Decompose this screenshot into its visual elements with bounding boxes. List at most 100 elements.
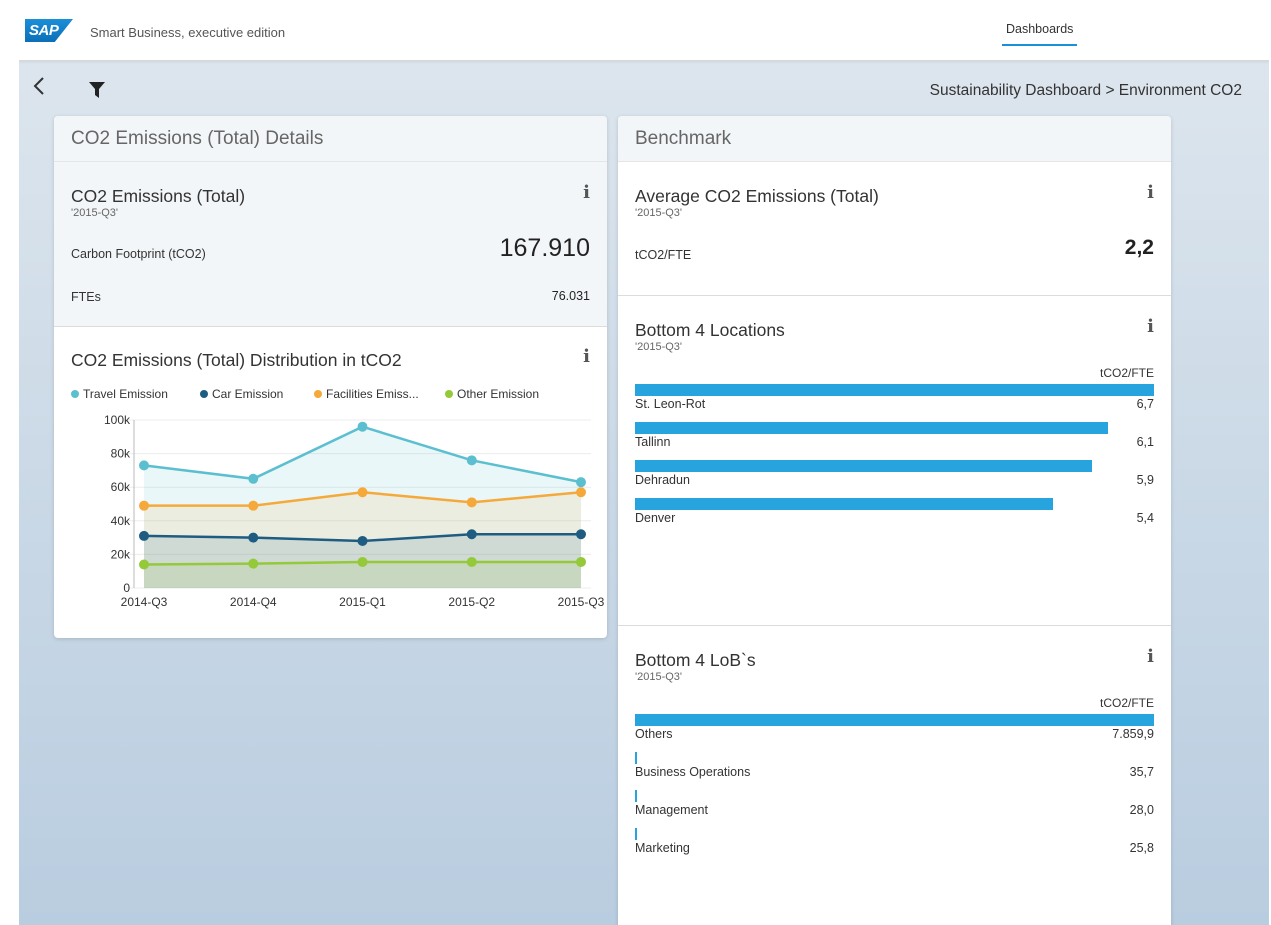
data-point: [248, 532, 259, 543]
data-point: [357, 421, 368, 432]
lob-value: 25,8: [1129, 841, 1154, 855]
location-bar: [635, 460, 1093, 472]
shell-bar: SAP Smart Business, executive edition Da…: [19, 8, 1269, 61]
lob-bar: [635, 790, 638, 802]
lob-value: 28,0: [1129, 803, 1154, 817]
data-point: [357, 535, 368, 546]
info-icon[interactable]: i: [583, 346, 590, 367]
lob-value: 35,7: [1129, 765, 1154, 779]
legend-dot: [71, 390, 79, 398]
avg-tile[interactable]: Average CO2 Emissions (Total) '2015-Q3' …: [618, 162, 1171, 296]
location-row[interactable]: Denver 5,4: [635, 498, 1154, 536]
legend-label: Car Emission: [212, 387, 284, 401]
location-bar: [635, 422, 1108, 434]
filter-icon: [89, 82, 105, 98]
app-canvas: SAP Smart Business, executive edition Da…: [19, 8, 1269, 925]
app-title: Smart Business, executive edition: [90, 25, 286, 40]
kpi-tile[interactable]: CO2 Emissions (Total) '2015-Q3' i Carbon…: [54, 162, 607, 327]
data-point: [466, 497, 477, 508]
info-icon[interactable]: i: [1147, 316, 1154, 337]
lob-row[interactable]: Management 28,0: [635, 790, 1154, 828]
legend-dot: [200, 390, 208, 398]
location-bar: [635, 384, 1154, 396]
lob-row[interactable]: Marketing 25,8: [635, 828, 1154, 866]
data-point: [139, 530, 149, 541]
location-label: Denver: [635, 511, 676, 525]
y-tick-label: 100k: [104, 413, 131, 427]
data-point: [248, 558, 259, 569]
location-label: St. Leon-Rot: [635, 397, 706, 411]
data-point: [248, 473, 259, 484]
details-card-header: CO2 Emissions (Total) Details: [54, 116, 607, 162]
lob-row[interactable]: Business Operations 35,7: [635, 752, 1154, 790]
data-point: [466, 529, 477, 540]
data-point: [357, 487, 368, 498]
kpi-label-ftes: FTEs: [71, 290, 101, 304]
lob-label: Business Operations: [635, 765, 751, 779]
lob-bar: [635, 828, 638, 840]
locations-tile-period: '2015-Q3': [635, 341, 683, 353]
avg-value: 2,2: [1124, 236, 1154, 259]
page-toolbar: Sustainability Dashboard > Environment C…: [19, 60, 1269, 116]
avg-tile-period: '2015-Q3': [635, 207, 683, 219]
data-point: [139, 559, 149, 570]
data-point: [139, 500, 149, 511]
location-row[interactable]: St. Leon-Rot 6,7: [635, 384, 1154, 422]
benchmark-card: Benchmark Average CO2 Emissions (Total) …: [618, 116, 1171, 925]
details-card: CO2 Emissions (Total) Details CO2 Emissi…: [54, 116, 607, 638]
info-icon[interactable]: i: [1147, 182, 1154, 203]
filter-button[interactable]: [89, 82, 105, 103]
kpi-tile-period: '2015-Q3': [71, 207, 119, 219]
lob-label: Marketing: [635, 841, 690, 855]
lobs-bar-list: tCO2/FTE Others 7.859,9 Business Operation…: [635, 696, 1154, 866]
sap-logo: SAP: [25, 19, 73, 42]
x-tick-label: 2015-Q3: [558, 595, 605, 609]
y-tick-label: 20k: [111, 547, 131, 561]
kpi-value-carbon: 167.910: [499, 234, 590, 262]
location-label: Dehradun: [635, 473, 690, 487]
lob-label: Others: [635, 727, 673, 741]
legend-label: Travel Emission: [83, 387, 168, 401]
locations-tile-title: Bottom 4 Locations: [635, 320, 785, 340]
data-point: [466, 556, 477, 567]
legend-label: Other Emission: [457, 387, 540, 401]
location-row[interactable]: Dehradun 5,9: [635, 460, 1154, 498]
data-point: [139, 460, 149, 471]
data-point: [576, 529, 586, 540]
lob-row[interactable]: Others 7.859,9: [635, 714, 1154, 752]
x-tick-label: 2015-Q2: [448, 595, 495, 609]
legend-item-facilities: Facilities Emiss...: [314, 387, 419, 401]
breadcrumb[interactable]: Sustainability Dashboard > Environment C…: [930, 82, 1242, 100]
avg-tile-title: Average CO2 Emissions (Total): [635, 186, 879, 206]
tab-dashboards[interactable]: Dashboards: [1002, 22, 1078, 46]
x-tick-label: 2014-Q3: [121, 595, 168, 609]
avg-unit-label: tCO2/FTE: [635, 248, 692, 262]
lobs-tile-period: '2015-Q3': [635, 671, 683, 683]
chart-tile[interactable]: CO2 Emissions (Total) Distribution in tC…: [54, 327, 607, 638]
legend-dot: [314, 390, 322, 398]
location-row[interactable]: Tallinn 6,1: [635, 422, 1154, 460]
data-point: [466, 455, 477, 466]
lobs-tile[interactable]: Bottom 4 LoB`s '2015-Q3' i tCO2/FTE Othe…: [618, 626, 1171, 925]
lob-bar: [635, 752, 638, 764]
kpi-value-ftes: 76.031: [551, 289, 590, 303]
data-point: [248, 500, 259, 511]
legend-label: Facilities Emiss...: [326, 387, 419, 401]
location-bar: [635, 498, 1054, 510]
x-tick-label: 2015-Q1: [339, 595, 386, 609]
info-icon[interactable]: i: [1147, 646, 1154, 667]
info-icon[interactable]: i: [583, 182, 590, 203]
legend-dot: [445, 390, 453, 398]
location-value: 5,9: [1136, 473, 1154, 487]
back-button[interactable]: [33, 76, 45, 100]
locations-bar-list: tCO2/FTE St. Leon-Rot 6,7 Tallinn 6,1 Dehrad…: [635, 366, 1154, 536]
location-value: 5,4: [1136, 511, 1154, 525]
y-tick-label: 0: [123, 581, 130, 595]
location-label: Tallinn: [635, 435, 671, 449]
lob-label: Management: [635, 803, 708, 817]
emissions-chart: 100k 80k 60k 40k 20k 02014-Q3 2014-Q4 2015-Q1 20…: [104, 413, 605, 609]
chevron-left-icon: [33, 77, 44, 95]
location-value: 6,7: [1136, 397, 1154, 411]
lobs-tile-title: Bottom 4 LoB`s: [635, 650, 756, 670]
locations-tile[interactable]: Bottom 4 Locations '2015-Q3' i tCO2/FTE …: [618, 296, 1171, 626]
